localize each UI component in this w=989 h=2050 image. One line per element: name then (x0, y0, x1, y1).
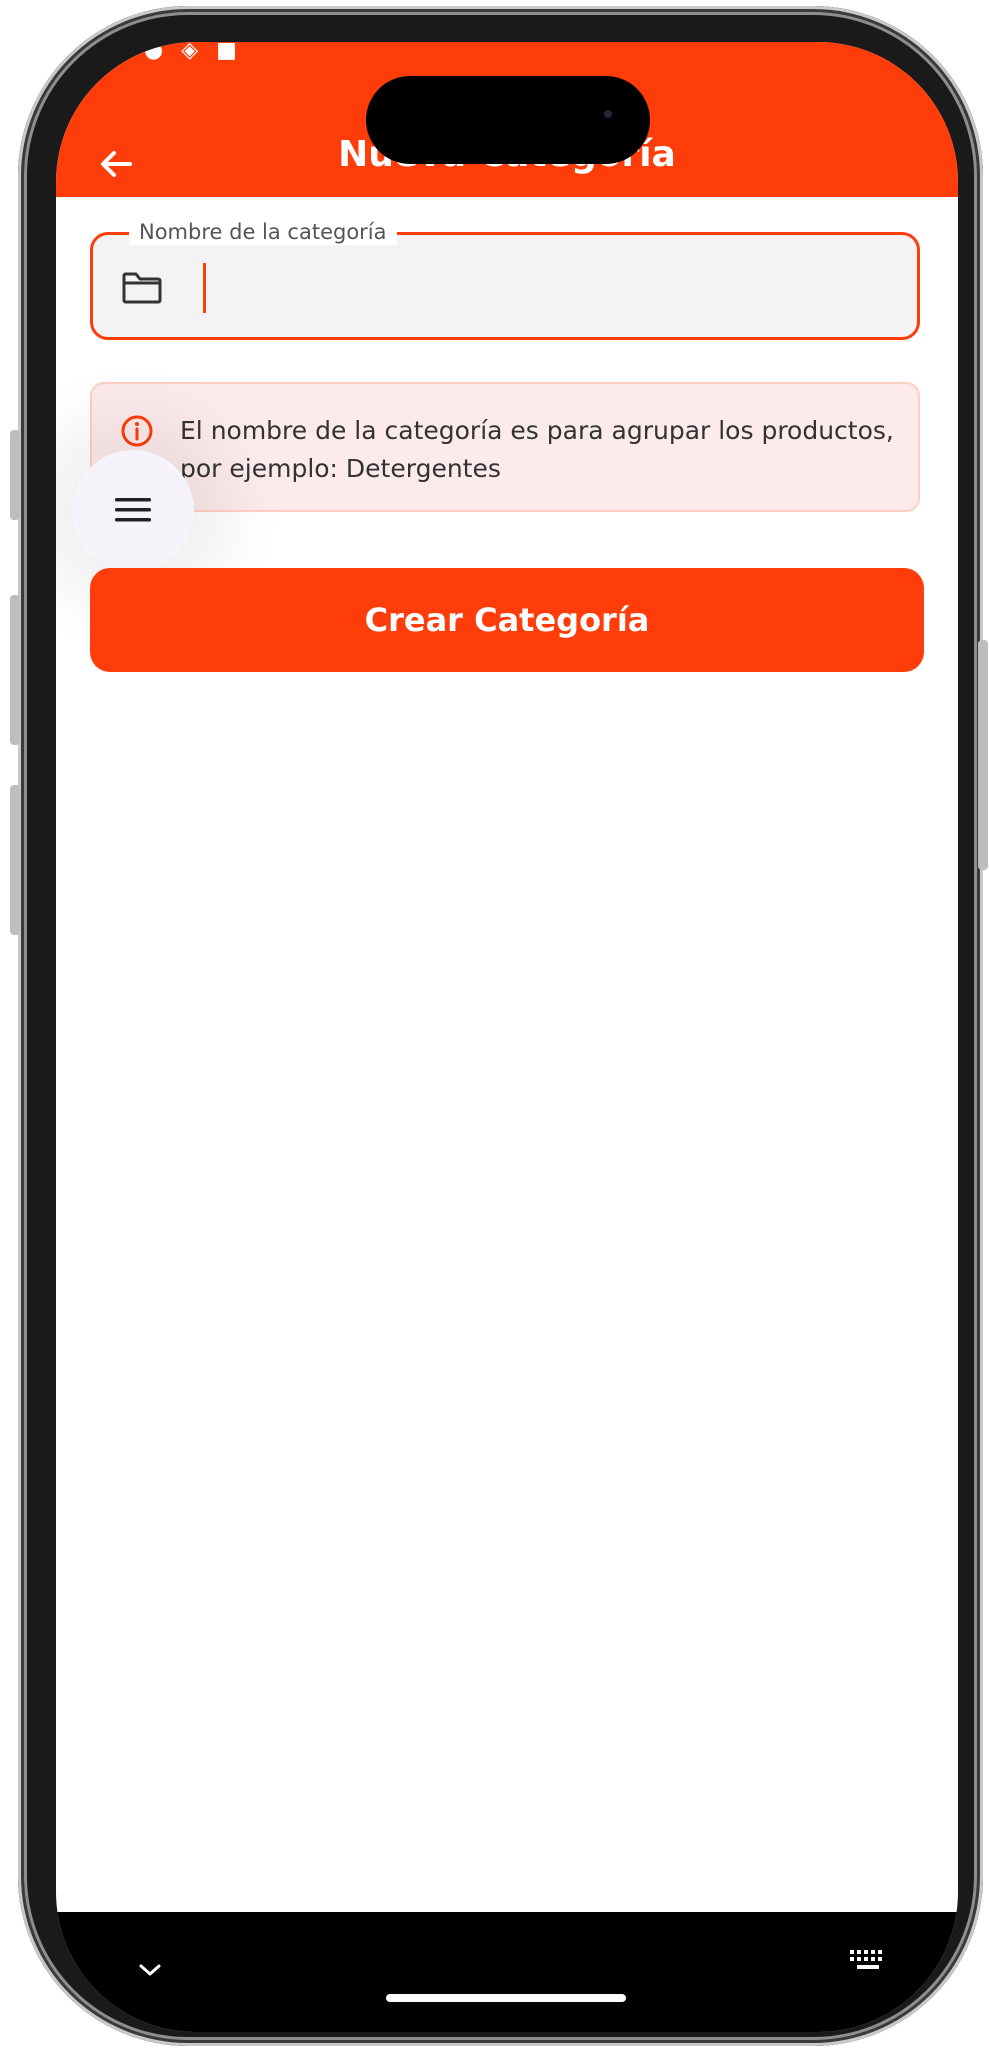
category-name-field[interactable]: Nombre de la categoría (90, 219, 920, 340)
text-caret (203, 263, 206, 313)
app-bar: ●◈■ ▼◢ Nueva Categoría (56, 42, 958, 197)
info-banner: El nombre de la categoría es para agrupa… (90, 382, 920, 512)
power-button (978, 640, 988, 870)
camera-dot (604, 110, 612, 118)
info-icon (121, 415, 153, 447)
dynamic-island (366, 76, 650, 164)
mute-switch (10, 430, 20, 520)
create-category-button[interactable]: Crear Categoría (90, 568, 924, 672)
keyboard-icon[interactable] (848, 1948, 888, 1972)
category-name-label: Nombre de la categoría (129, 219, 397, 245)
volume-up-button (10, 595, 20, 745)
status-icons-left: ●◈■ (144, 42, 255, 63)
chevron-down-icon[interactable] (136, 1960, 164, 1980)
screen: ●◈■ ▼◢ Nueva Categoría Nombre de la cate… (56, 42, 958, 2032)
folder-icon (122, 272, 162, 304)
status-icons-right: ▼◢ (884, 42, 918, 63)
system-nav-bar (56, 1912, 958, 2032)
home-indicator[interactable] (386, 1994, 626, 2002)
menu-icon (115, 498, 151, 522)
info-text: El nombre de la categoría es para agrupa… (180, 416, 894, 483)
menu-fab[interactable] (72, 450, 194, 572)
volume-down-button (10, 785, 20, 935)
